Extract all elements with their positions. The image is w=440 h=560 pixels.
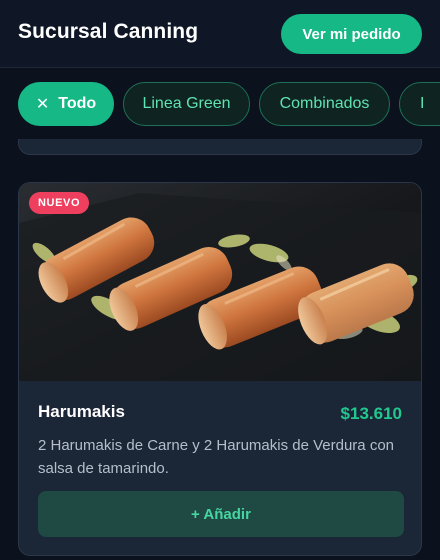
filter-chip-label: Linea Green — [142, 95, 231, 112]
filter-chip-label: Todo — [58, 95, 97, 112]
product-image: NUEVO — [19, 183, 421, 381]
filter-chip-partial[interactable]: I — [399, 82, 440, 126]
product-name: Harumakis — [38, 402, 125, 421]
close-icon[interactable]: ✕ — [36, 94, 49, 114]
app-header: Sucursal Canning Ver mi pedido — [0, 0, 440, 68]
previous-product-card: ... — [18, 139, 422, 155]
filter-chip-linea-green[interactable]: Linea Green — [123, 82, 250, 126]
product-price: $13.610 — [340, 404, 402, 423]
branch-title: Sucursal Canning — [18, 20, 199, 43]
product-description: 2 Harumakis de Carne y 2 Harumakis de Ve… — [38, 437, 395, 477]
add-to-order-button[interactable]: + Añadir — [38, 491, 404, 537]
filter-chip-todo[interactable]: ✕ Todo — [18, 82, 114, 126]
view-order-button[interactable]: Ver mi pedido — [281, 14, 422, 54]
filter-chip-label: Combinados — [279, 95, 370, 112]
filter-chip-combinados[interactable]: Combinados — [259, 82, 390, 126]
category-filter-bar: ✕ Todo Linea Green Combinados I — [0, 69, 440, 139]
filter-chip-label: I — [420, 95, 425, 112]
product-list[interactable]: ... — [0, 139, 440, 560]
product-card: NUEVO Harumakis $13.610 2 Harumakis de C… — [18, 182, 422, 556]
new-badge: NUEVO — [29, 192, 90, 214]
